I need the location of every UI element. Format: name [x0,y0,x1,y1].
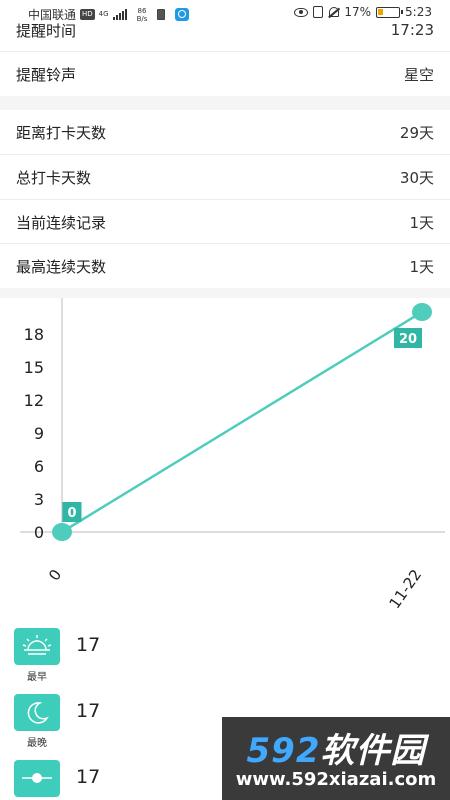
y-tick-label: 18 [24,325,44,344]
y-tick-label: 9 [34,424,44,443]
y-tick-label: 0 [34,523,44,542]
earliest-time-stat: 最早 17 [14,628,314,688]
reminder-ringtone-value: 星空 [403,65,434,84]
x-tick-label: 0 [45,566,65,584]
checkin-line-chart: 0 3 6 9 12 15 18 0 11-22 0 20 [20,298,445,608]
reminder-time-label: 提醒时间 [16,21,77,40]
watermark-url: www.592xiazai.com [235,769,437,790]
earliest-caption: 最早 [27,672,47,683]
stat-value: 29天 [399,123,434,142]
x-tick-label: 11-22 [386,566,426,608]
reminder-ringtone-label: 提醒铃声 [16,65,77,84]
average-value: 17 [76,766,101,788]
reminder-time-row[interactable]: 提醒时间 17:23 [0,8,450,52]
reminder-time-value: 17:23 [390,21,434,39]
sunrise-icon [14,628,60,665]
data-label: 20 [399,332,417,347]
data-point [52,523,72,541]
section-gap [0,96,450,110]
y-tick-label: 6 [34,457,44,476]
y-tick-label: 3 [34,490,44,509]
watermark-logo: 592软件园 www.592xiazai.com [222,717,450,800]
y-tick-label: 12 [24,391,44,410]
data-point [412,303,432,321]
stat-label: 距离打卡天数 [16,123,107,142]
series-line [61,310,423,534]
stat-row-total-checkins: 总打卡天数 30天 [0,155,450,199]
data-label: 0 [67,506,76,521]
stat-value: 1天 [409,257,434,276]
y-tick-label: 15 [24,358,44,377]
moon-icon [14,694,60,731]
stat-row-current-streak: 当前连续记录 1天 [0,200,450,244]
reminder-ringtone-row[interactable]: 提醒铃声 星空 [0,52,450,96]
average-icon [14,760,60,797]
stat-row-best-streak: 最高连续天数 1天 [0,244,450,288]
latest-caption: 最晚 [27,738,47,749]
stat-label: 当前连续记录 [16,213,107,232]
watermark-title-number: 592 [246,731,321,771]
stat-row-days-to-checkin: 距离打卡天数 29天 [0,110,450,154]
stat-label: 总打卡天数 [16,168,92,187]
latest-value: 17 [76,700,101,722]
watermark-title-text: 软件园 [320,731,426,771]
stat-value: 1天 [409,213,434,232]
stat-value: 30天 [399,168,434,187]
section-gap [0,288,450,298]
watermark-title: 592软件园 [222,723,450,772]
earliest-value: 17 [76,634,101,656]
stat-label: 最高连续天数 [16,257,107,276]
